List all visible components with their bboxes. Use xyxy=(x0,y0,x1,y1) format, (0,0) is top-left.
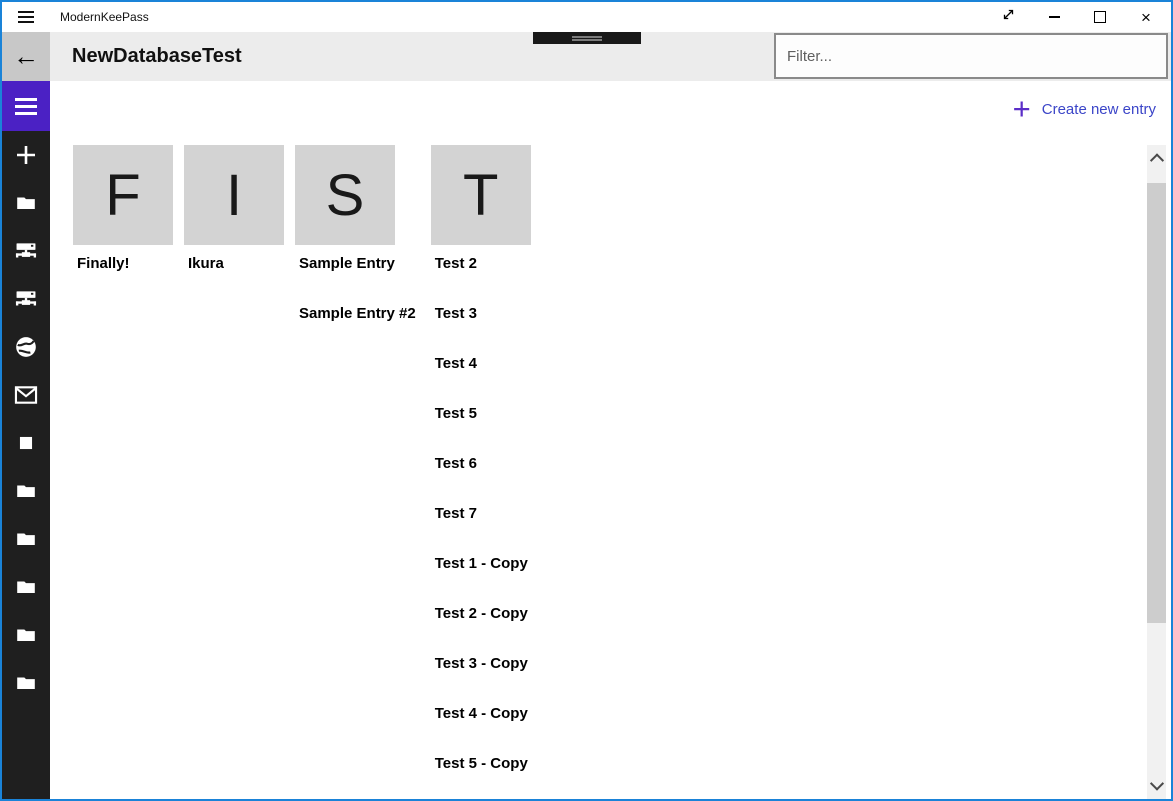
vertical-scrollbar[interactable] xyxy=(1147,145,1166,799)
entry-item[interactable]: Test 3 xyxy=(431,295,532,345)
create-new-entry-label: Create new entry xyxy=(1042,101,1156,118)
add-icon xyxy=(13,142,39,168)
entry-group-T: TTest 2Test 3Test 4Test 5Test 6Test 7Tes… xyxy=(431,145,532,795)
square-icon xyxy=(15,432,37,454)
titlebar: ModernKeePass × xyxy=(2,2,1171,32)
scroll-down-button[interactable] xyxy=(1147,776,1166,794)
chevron-up-icon xyxy=(1149,153,1163,167)
entry-item[interactable]: Finally! xyxy=(73,245,173,295)
fullscreen-button[interactable] xyxy=(985,2,1031,32)
sidebar xyxy=(2,81,50,799)
sidebar-item-4[interactable] xyxy=(2,323,50,371)
sidebar-item-5[interactable] xyxy=(2,371,50,419)
filter-input[interactable] xyxy=(774,33,1168,79)
entry-item[interactable]: Test 3 - Copy xyxy=(431,645,532,695)
entry-item[interactable]: Ikura xyxy=(184,245,284,295)
scrollbar-thumb[interactable] xyxy=(1147,183,1166,623)
sidebar-item-6[interactable] xyxy=(2,419,50,467)
appbar-peek-handle[interactable] xyxy=(533,32,641,44)
entry-group-F: F Finally! xyxy=(73,145,173,295)
group-header-tile[interactable]: T xyxy=(431,145,531,245)
folder-icon xyxy=(15,480,37,502)
entry-item[interactable]: Test 6 xyxy=(431,445,532,495)
folder-icon xyxy=(15,576,37,598)
back-button[interactable]: ← xyxy=(2,32,50,81)
minimize-icon xyxy=(1049,16,1060,18)
folder-icon xyxy=(15,192,37,214)
sidebar-item-3[interactable] xyxy=(2,275,50,323)
group-header-tile[interactable]: S xyxy=(295,145,395,245)
group-letter: F xyxy=(105,162,140,229)
minimize-button[interactable] xyxy=(1031,2,1077,32)
network-icon xyxy=(13,238,39,264)
hamburger-line xyxy=(15,98,37,101)
app-title: ModernKeePass xyxy=(60,2,149,32)
back-arrow-icon: ← xyxy=(13,41,39,72)
group-letter: S xyxy=(326,162,365,229)
maximize-icon xyxy=(1094,11,1106,23)
sidebar-hamburger-button[interactable] xyxy=(2,81,50,131)
entry-item[interactable]: Test 2 xyxy=(431,245,532,295)
entry-item[interactable]: Test 1 - Copy xyxy=(431,545,532,595)
entry-group-I: I Ikura xyxy=(184,145,284,295)
chevron-down-icon xyxy=(1149,777,1163,791)
entry-list: Sample EntrySample Entry #2 xyxy=(295,245,420,345)
entry-group-S: S Sample EntrySample Entry #2 xyxy=(295,145,420,345)
group-header-tile[interactable]: F xyxy=(73,145,173,245)
entry-item[interactable]: Test 4 - Copy xyxy=(431,695,532,745)
sidebar-item-7[interactable] xyxy=(2,467,50,515)
entry-item[interactable]: Sample Entry #2 xyxy=(295,295,420,345)
window-controls: × xyxy=(985,2,1169,32)
sidebar-item-8[interactable] xyxy=(2,515,50,563)
folder-icon xyxy=(15,672,37,694)
titlebar-hamburger-icon[interactable] xyxy=(2,2,50,32)
hamburger-line xyxy=(15,112,37,115)
sidebar-item-9[interactable] xyxy=(2,563,50,611)
diagonal-resize-icon xyxy=(1001,7,1016,27)
create-new-entry-button[interactable]: + Create new entry xyxy=(1013,96,1156,122)
sidebar-item-10[interactable] xyxy=(2,611,50,659)
sidebar-item-11[interactable] xyxy=(2,659,50,707)
hamburger-line xyxy=(18,21,34,23)
entry-item[interactable]: Test 2 - Copy xyxy=(431,595,532,645)
plus-icon: + xyxy=(1013,96,1031,122)
hamburger-line xyxy=(18,11,34,13)
close-icon: × xyxy=(1141,9,1151,26)
group-grid: F Finally! I Ikura S Sample EntrySample Entry… xyxy=(73,145,543,795)
entry-item[interactable]: Sample Entry xyxy=(295,245,420,295)
entry-list: Test 2Test 3Test 4Test 5Test 6Test 7Test… xyxy=(431,245,532,795)
folder-icon xyxy=(15,528,37,550)
group-letter: T xyxy=(463,162,498,229)
entry-item[interactable]: Test 5 xyxy=(431,395,532,445)
sidebar-item-0[interactable] xyxy=(2,131,50,179)
page-title: NewDatabaseTest xyxy=(72,32,242,81)
close-button[interactable]: × xyxy=(1123,2,1169,32)
hamburger-line xyxy=(15,105,37,108)
sidebar-icon-list xyxy=(2,131,50,707)
folder-icon xyxy=(15,624,37,646)
hamburger-line xyxy=(18,16,34,18)
entry-item[interactable]: Test 7 xyxy=(431,495,532,545)
group-header-tile[interactable]: I xyxy=(184,145,284,245)
sidebar-item-1[interactable] xyxy=(2,179,50,227)
network-icon xyxy=(13,286,39,312)
app-window: ModernKeePass × ← NewDatabaseTest xyxy=(0,0,1173,801)
entry-list: Ikura xyxy=(184,245,284,295)
grabber-line xyxy=(572,36,602,38)
grabber-line xyxy=(572,39,602,41)
maximize-button[interactable] xyxy=(1077,2,1123,32)
group-letter: I xyxy=(226,162,242,229)
sidebar-item-2[interactable] xyxy=(2,227,50,275)
entry-item[interactable]: Test 4 xyxy=(431,345,532,395)
globe-icon xyxy=(14,335,38,359)
entry-list: Finally! xyxy=(73,245,173,295)
mail-icon xyxy=(13,383,39,407)
entry-item[interactable]: Test 5 - Copy xyxy=(431,745,532,795)
scroll-up-button[interactable] xyxy=(1147,150,1166,168)
